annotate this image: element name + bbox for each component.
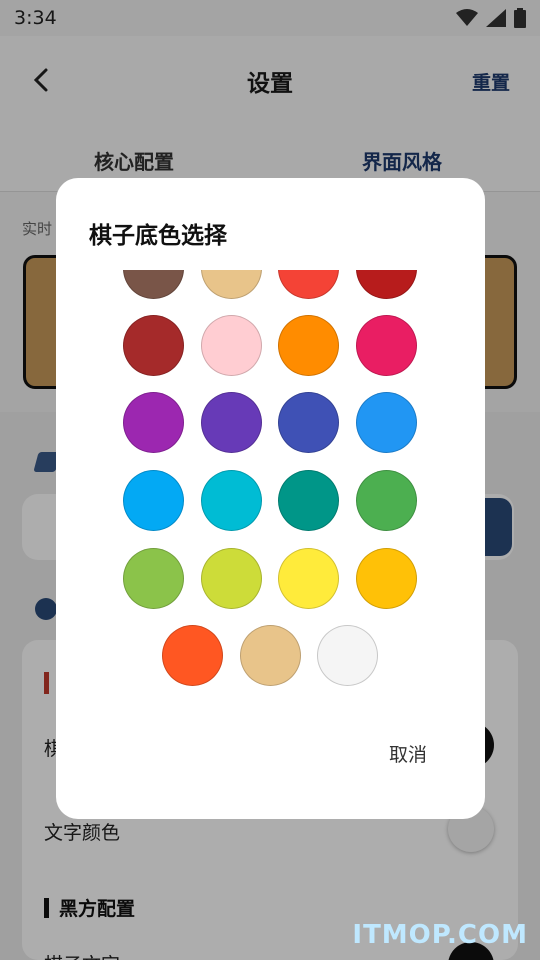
- color-swatch[interactable]: [317, 625, 378, 686]
- color-swatch[interactable]: [123, 470, 184, 531]
- color-swatch[interactable]: [356, 392, 417, 453]
- color-swatch[interactable]: [123, 315, 184, 376]
- color-swatch[interactable]: [123, 548, 184, 609]
- cancel-button[interactable]: 取消: [389, 740, 427, 767]
- color-swatch[interactable]: [123, 270, 184, 299]
- color-swatch[interactable]: [278, 548, 339, 609]
- color-swatch[interactable]: [278, 470, 339, 531]
- color-swatch[interactable]: [278, 270, 339, 299]
- dialog-title: 棋子底色选择: [89, 223, 227, 249]
- color-swatch[interactable]: [201, 270, 262, 299]
- color-swatch[interactable]: [123, 392, 184, 453]
- color-swatch[interactable]: [278, 392, 339, 453]
- color-swatch[interactable]: [201, 392, 262, 453]
- color-swatch[interactable]: [201, 315, 262, 376]
- color-swatch[interactable]: [356, 315, 417, 376]
- color-swatch[interactable]: [356, 548, 417, 609]
- color-picker-dialog: 棋子底色选择 取消: [56, 178, 485, 819]
- swatch-grid: [56, 270, 485, 700]
- watermark: ITMOP.COM: [352, 920, 528, 950]
- color-swatch[interactable]: [240, 625, 301, 686]
- color-swatch[interactable]: [356, 470, 417, 531]
- color-swatch[interactable]: [162, 625, 223, 686]
- color-swatch[interactable]: [356, 270, 417, 299]
- color-swatch[interactable]: [278, 315, 339, 376]
- color-swatch[interactable]: [201, 470, 262, 531]
- color-swatch[interactable]: [201, 548, 262, 609]
